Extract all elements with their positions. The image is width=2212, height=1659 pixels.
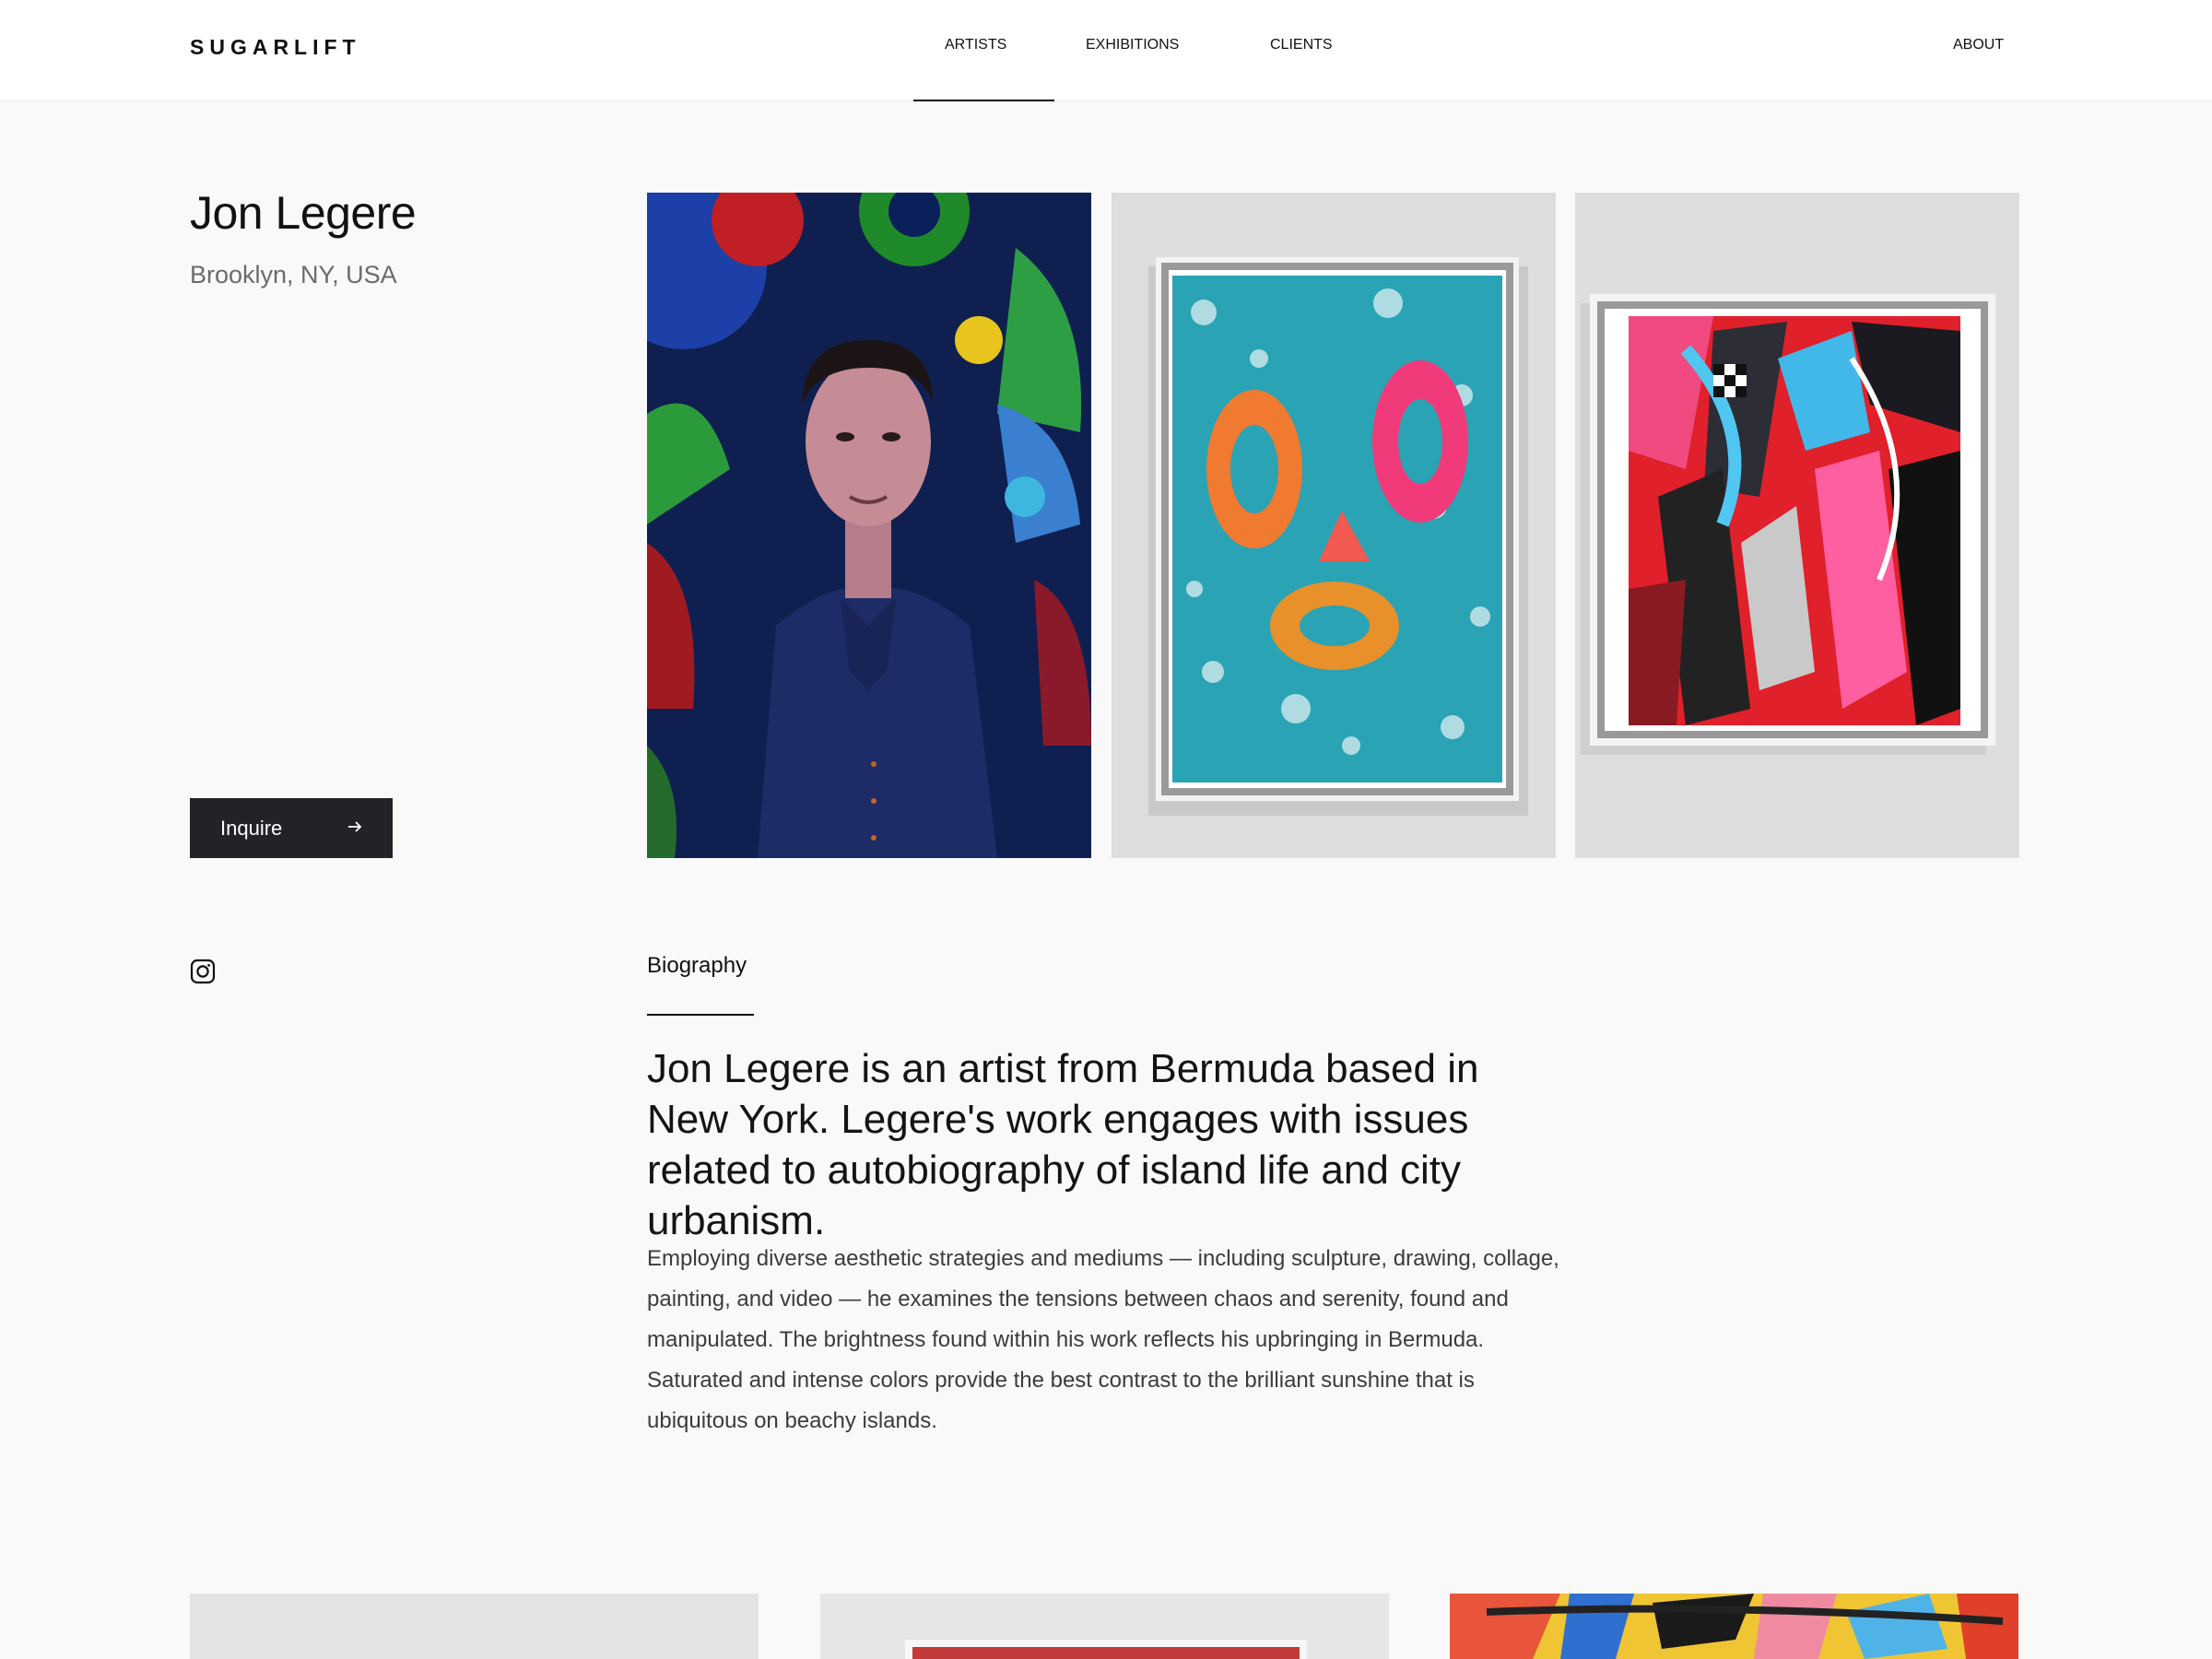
biography-heading: Biography [647,953,747,978]
inquire-label: Inquire [220,816,283,840]
biography-underline [647,1014,754,1016]
artwork-thumbnail[interactable] [190,1594,759,1659]
artist-portrait-photo[interactable] [647,193,1091,858]
artwork-thumbnail[interactable] [820,1594,1389,1659]
artwork-thumbnail[interactable] [1450,1594,2018,1659]
artist-name: Jon Legere [190,187,417,239]
artist-location: Brooklyn, NY, USA [190,261,397,288]
biography-body: Employing diverse aesthetic strategies a… [647,1246,1559,1433]
top-navigation-bar: SUGARLIFT ARTISTS EXHIBITIONS CLIENTS AB… [0,0,2212,101]
active-nav-indicator [913,100,1054,101]
sugarlift-logo[interactable]: SUGARLIFT [190,35,361,60]
framed-artwork-collage-image[interactable] [1575,193,2019,858]
arrow-right-icon [347,817,363,841]
nav-about[interactable]: ABOUT [1953,37,2004,53]
nav-artists[interactable]: ARTISTS [945,37,1006,53]
framed-artwork-face-image[interactable] [1112,193,1556,858]
biography-lead: Jon Legere is an artist from Bermuda bas… [647,1046,1479,1243]
inquire-button[interactable]: Inquire [190,798,393,858]
instagram-icon[interactable] [190,959,216,984]
nav-clients[interactable]: CLIENTS [1270,37,1333,53]
nav-exhibitions[interactable]: EXHIBITIONS [1086,37,1179,53]
